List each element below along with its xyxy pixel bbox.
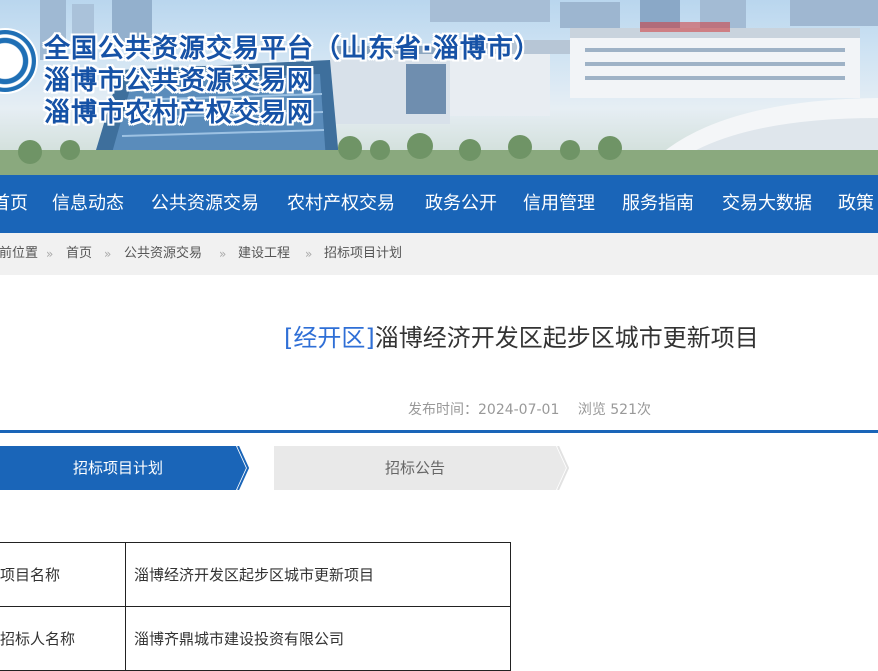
region-tag[interactable]: [经开区] — [284, 324, 375, 352]
article-title-text: 淄博经济开发区起步区城市更新项目 — [374, 324, 759, 352]
row-key-tenderer: 招标人名称 — [0, 606, 127, 671]
nav-item-service-guide[interactable]: 服务指南 — [622, 175, 694, 233]
table-row: 项目名称 淄博经济开发区起步区城市更新项目 — [0, 542, 511, 607]
section-divider — [0, 430, 878, 433]
breadcrumb-separator: » — [219, 247, 227, 261]
nav-item-public-resources[interactable]: 公共资源交易 — [151, 175, 259, 233]
tab-bid-plan[interactable]: 招标项目计划 — [0, 446, 236, 490]
table-row: 招标人名称 淄博齐鼎城市建设投资有限公司 — [0, 606, 511, 671]
nav-item-home[interactable]: 首页 — [0, 175, 28, 233]
breadcrumb-construction[interactable]: 建设工程 — [238, 233, 290, 275]
row-value-project-name: 淄博经济开发区起步区城市更新项目 — [125, 542, 511, 607]
nav-item-big-data[interactable]: 交易大数据 — [722, 175, 812, 233]
publish-date: 发布时间：2024-07-01 — [408, 402, 560, 418]
main-nav: 首页 信息动态 公共资源交易 农村产权交易 政务公开 信用管理 服务指南 交易大… — [0, 175, 878, 233]
breadcrumb-public-resources[interactable]: 公共资源交易 — [124, 233, 202, 275]
nav-item-rural-property[interactable]: 农村产权交易 — [287, 175, 395, 233]
project-info-table: 项目名称 淄博经济开发区起步区城市更新项目 招标人名称 淄博齐鼎城市建设投资有限… — [0, 542, 511, 671]
breadcrumb: 当前位置 » 首页 » 公共资源交易 » 建设工程 » 招标项目计划 — [0, 233, 878, 275]
breadcrumb-separator: » — [46, 247, 54, 261]
article-title: [经开区]淄博经济开发区起步区城市更新项目 — [284, 318, 759, 353]
row-value-tenderer: 淄博齐鼎城市建设投资有限公司 — [125, 606, 511, 671]
nav-item-gov-affairs[interactable]: 政务公开 — [425, 175, 497, 233]
nav-item-news[interactable]: 信息动态 — [52, 175, 124, 233]
header-banner: 全国公共资源交易平台（山东省·淄博市） 淄博市公共资源交易网 淄博市农村产权交易… — [0, 0, 878, 175]
tab-bid-notice[interactable]: 招标公告 — [274, 446, 556, 490]
nav-item-credit[interactable]: 信用管理 — [523, 175, 595, 233]
breadcrumb-location-label: 当前位置 — [0, 246, 39, 261]
article-meta: 发布时间：2024-07-01 浏览 521次 — [408, 399, 665, 419]
breadcrumb-separator: » — [104, 247, 112, 261]
row-key-project-name: 项目名称 — [0, 542, 127, 607]
breadcrumb-home[interactable]: 首页 — [66, 233, 92, 275]
site-title-line3: 淄博市农村产权交易网 — [44, 98, 315, 128]
nav-item-policy[interactable]: 政策 — [838, 175, 874, 233]
view-count: 浏览 521次 — [577, 402, 651, 418]
breadcrumb-separator: » — [305, 247, 313, 261]
breadcrumb-bid-plan[interactable]: 招标项目计划 — [324, 233, 402, 275]
